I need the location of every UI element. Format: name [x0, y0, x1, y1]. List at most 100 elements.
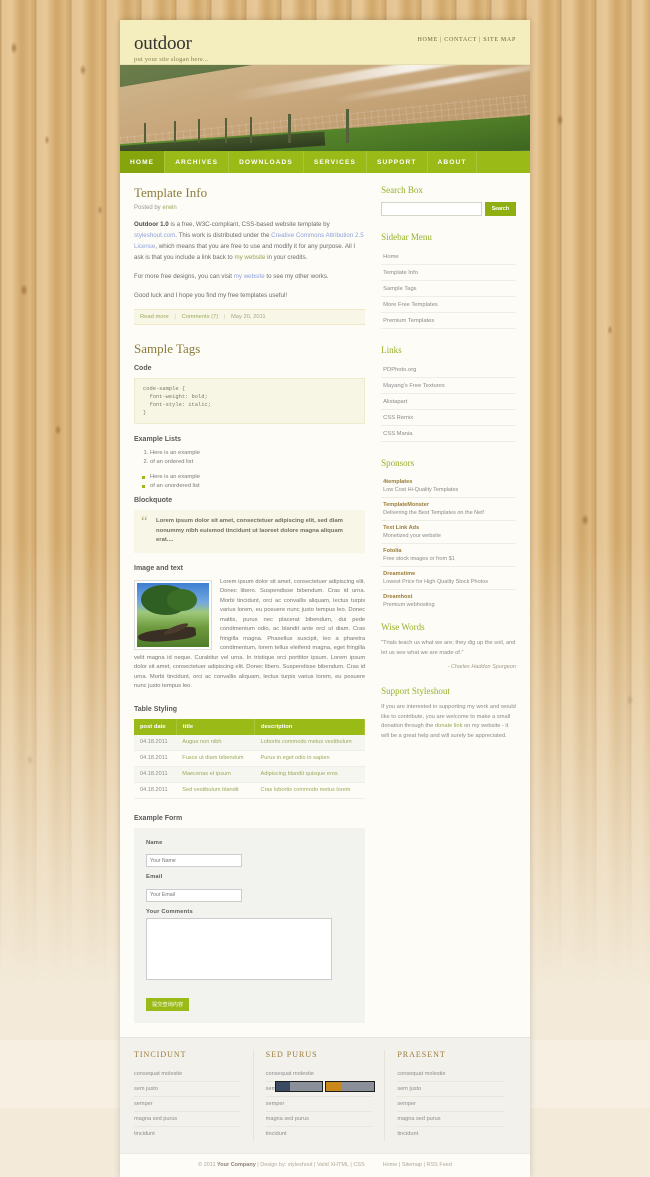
nav-item-about[interactable]: ABOUT: [428, 151, 478, 173]
my-website-link-2[interactable]: my website: [234, 273, 265, 280]
read-more-link[interactable]: Read more: [140, 314, 169, 320]
footer-link[interactable]: semper: [266, 1097, 373, 1111]
code-text: code-sample { font-weight: bold; font-st…: [143, 386, 211, 416]
sponsor-name-dreamhost[interactable]: Dreamhost: [383, 594, 514, 600]
sidebar-item-sample-tags[interactable]: Sample Tags: [381, 281, 516, 296]
sample-tags-title: Sample Tags: [134, 341, 201, 356]
styleshout-credit-link[interactable]: styleshout: [288, 1162, 313, 1168]
link-mayangs-free-textures[interactable]: Mayang's Free Textures: [381, 378, 516, 393]
post-p1-d: in your credits.: [265, 254, 308, 261]
support-text: If you are interested in supporting my w…: [381, 703, 516, 741]
post-lead-text: Outdoor 1.0: [134, 221, 169, 228]
footer-link[interactable]: magna sed purus: [397, 1112, 504, 1126]
sidebar-item-home[interactable]: Home: [381, 249, 516, 264]
footer-link[interactable]: tincidunt: [397, 1127, 504, 1141]
email-field[interactable]: [146, 888, 242, 902]
list-item: Fotolia Free stock images or from $1: [381, 544, 516, 567]
code-heading: Code: [134, 365, 152, 372]
list-item: Sample Tags: [381, 281, 516, 297]
sponsor-name-dreamstime[interactable]: Dreamstime: [383, 571, 514, 577]
donate-link[interactable]: donate link: [435, 723, 463, 729]
image-and-text-heading: Image and text: [134, 564, 184, 572]
table-cell-date: 04.18.2011: [134, 782, 177, 799]
my-website-link-1[interactable]: my website: [234, 254, 265, 261]
css-validation-badge-icon[interactable]: [325, 1081, 375, 1093]
list-item: Text Link Ads Monetized your website: [381, 521, 516, 544]
sponsors-title: Sponsors: [381, 458, 415, 468]
table-cell-title: Sed vestibulum blandit: [176, 782, 255, 799]
styleshout-link[interactable]: styleshout.com: [134, 232, 175, 239]
sponsor-description: Lowest Price for High Quality Stock Phot…: [383, 579, 489, 585]
search-button[interactable]: Search: [484, 202, 516, 216]
link-css-remix[interactable]: CSS Remix: [381, 410, 516, 425]
search-box-title: Search Box: [381, 185, 423, 195]
comments-textarea[interactable]: [146, 917, 332, 980]
valid-xhtml-link[interactable]: Valid XHTML: [317, 1162, 349, 1168]
comments-link[interactable]: Comments (7): [181, 314, 218, 320]
submit-button[interactable]: 提交查询内容: [146, 997, 190, 1011]
footer-link[interactable]: semper: [397, 1097, 504, 1111]
list-item: PDPhoto.org: [381, 362, 516, 378]
sidebar-item-premium-templates[interactable]: Premium Templates: [381, 313, 516, 328]
css-link[interactable]: CSS: [353, 1162, 364, 1168]
page-container: outdoor put your site slogan here... HOM…: [120, 20, 530, 1177]
post-p2-a: For more free designs, you can visit: [134, 273, 234, 280]
footer-rss-link[interactable]: RSS Feed: [427, 1162, 452, 1168]
sidebar-item-template-info[interactable]: Template Info: [381, 265, 516, 280]
name-input[interactable]: [146, 854, 242, 867]
post-paragraph-2: For more free designs, you can visit my …: [134, 271, 365, 282]
ordered-list: Here is an example of an ordered list: [134, 449, 365, 467]
example-form: Name Email Your Comments 提交查询内容: [134, 827, 366, 1023]
sponsor-description: Delivering the Best Templates on the Net…: [383, 510, 485, 516]
link-pdphoto[interactable]: PDPhoto.org: [381, 362, 516, 377]
footer-link[interactable]: semper: [134, 1097, 241, 1111]
list-item: 4templates Low Cost Hi-Quality Templates: [381, 475, 516, 498]
nav-item-services[interactable]: SERVICES: [304, 151, 367, 173]
link-css-mania[interactable]: CSS Mania: [381, 426, 516, 441]
fence-post: [225, 118, 227, 143]
top-link-sitemap[interactable]: SITE MAP: [483, 37, 516, 43]
sponsor-name-templatemonster[interactable]: TemplateMonster: [383, 502, 514, 508]
list-item: magna sed purus: [134, 1112, 241, 1127]
list-item: semper: [265, 1097, 373, 1112]
nav-item-support[interactable]: SUPPORT: [367, 151, 428, 173]
table-cell-date: 04.18.2011: [134, 750, 177, 767]
sponsor-name-fotolia[interactable]: Fotolia: [383, 548, 514, 554]
links-title: Links: [381, 345, 402, 355]
list-item: More Free Templates: [381, 297, 516, 313]
post-paragraph-3: Good luck and I hope you find my free te…: [134, 292, 288, 299]
post-entry-footer: Read more | Comments (7) | May 20, 2011: [134, 309, 366, 325]
post-author-link[interactable]: erwin: [162, 205, 176, 211]
list-item: magna sed purus: [265, 1112, 373, 1127]
entry-footer-separator-1: |: [174, 314, 176, 320]
entry-footer-separator-2: |: [223, 314, 226, 320]
code-block: code-sample { font-weight: bold; font-st…: [134, 378, 366, 424]
sponsor-name-4templates[interactable]: 4templates: [383, 479, 514, 485]
top-link-contact[interactable]: CONTACT: [444, 37, 477, 43]
sponsor-name-text-link-ads[interactable]: Text Link Ads: [383, 525, 514, 531]
sidebar-menu-title: Sidebar Menu: [381, 232, 432, 242]
footer-link[interactable]: magna sed purus: [134, 1112, 241, 1126]
site-header: outdoor put your site slogan here... HOM…: [120, 20, 530, 64]
footer-sitemap-link[interactable]: Sitemap: [402, 1162, 422, 1168]
link-alistapart[interactable]: Alistapart: [381, 394, 516, 409]
nav-item-home[interactable]: HOME: [120, 151, 166, 173]
sidebar-item-more-free-templates[interactable]: More Free Templates: [381, 297, 516, 312]
post-paragraph-1: Outdoor 1.0 is a free, W3C-compliant, CS…: [134, 219, 365, 263]
search-input[interactable]: [381, 202, 482, 216]
xhtml-validation-badge-icon[interactable]: [275, 1081, 323, 1093]
footer-link[interactable]: tincidunt: [134, 1127, 241, 1141]
footer-link[interactable]: tincidunt: [266, 1127, 373, 1141]
list-item: tincidunt: [134, 1127, 241, 1141]
list-item: Here is an example: [150, 449, 365, 458]
top-link-home[interactable]: HOME: [417, 37, 437, 43]
footer-home-link[interactable]: Home: [383, 1162, 398, 1168]
main-column: Template Info Posted by erwin Outdoor 1.…: [134, 185, 366, 1023]
blockquote-heading: Blockquote: [134, 497, 173, 504]
table-row: 04.18.2011 Maecenas et ipsum Adipiscing …: [134, 766, 365, 783]
footer-link[interactable]: magna sed purus: [266, 1112, 373, 1126]
quote-mark-icon: “: [141, 514, 148, 530]
nav-item-downloads[interactable]: DOWNLOADS: [229, 151, 304, 173]
nav-item-archives[interactable]: ARCHIVES: [165, 151, 230, 173]
fence-post: [198, 119, 200, 143]
